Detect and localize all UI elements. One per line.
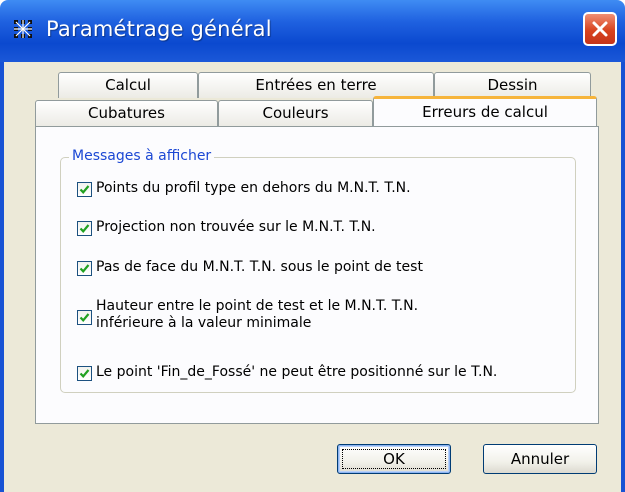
checkbox-fin-de-fosse[interactable] [77, 366, 92, 381]
checkbox-hauteur[interactable] [77, 310, 92, 325]
group-title: Messages à afficher [69, 148, 215, 164]
option-label-line2: inférieure à la valeur minimale [96, 315, 312, 331]
checkmark-icon [79, 185, 90, 194]
checkmark-icon [79, 369, 90, 378]
option-label-line1: Hauteur entre le point de test et le M.N… [96, 298, 419, 314]
window-frame-right [621, 62, 625, 492]
option-label: Points du profil type en dehors du M.N.T… [96, 180, 411, 196]
grid-app-icon [12, 18, 34, 40]
checkbox-pas-de-face[interactable] [77, 261, 92, 276]
dialog-client-area: Calcul Entrées en terre Dessin Cubatures… [4, 62, 621, 492]
tab-calcul[interactable]: Calcul [58, 72, 198, 98]
ok-button-label: OK [383, 450, 405, 468]
tab-entrees-en-terre[interactable]: Entrées en terre [198, 72, 434, 98]
checkbox-points-profil[interactable] [77, 182, 92, 197]
checkbox-projection[interactable] [77, 221, 92, 236]
title-bar[interactable]: Paramétrage général [0, 0, 625, 62]
checkmark-icon [79, 224, 90, 233]
checkmark-icon [79, 264, 90, 273]
checkmark-icon [79, 313, 90, 322]
close-button[interactable] [583, 12, 617, 46]
cancel-button[interactable]: Annuler [483, 444, 597, 474]
ok-button[interactable]: OK [337, 444, 451, 474]
option-label: Projection non trouvée sur le M.N.T. T.N… [96, 219, 376, 235]
tab-dessin[interactable]: Dessin [434, 72, 591, 98]
tab-couleurs[interactable]: Couleurs [218, 100, 373, 126]
tab-erreurs-de-calcul[interactable]: Erreurs de calcul [373, 96, 597, 126]
tab-panel-erreurs-de-calcul: Messages à afficher Points du profil typ… [35, 126, 599, 424]
option-label: Pas de face du M.N.T. T.N. sous le point… [96, 259, 423, 275]
messages-groupbox: Messages à afficher Points du profil typ… [60, 148, 576, 393]
window-title: Paramétrage général [46, 17, 272, 41]
tab-cubatures[interactable]: Cubatures [35, 100, 218, 126]
option-label: Le point 'Fin_de_Fossé' ne peut être pos… [96, 364, 498, 380]
cancel-button-label: Annuler [510, 450, 570, 468]
dialog-window: Paramétrage général Calcul Entrées en te… [0, 0, 625, 492]
